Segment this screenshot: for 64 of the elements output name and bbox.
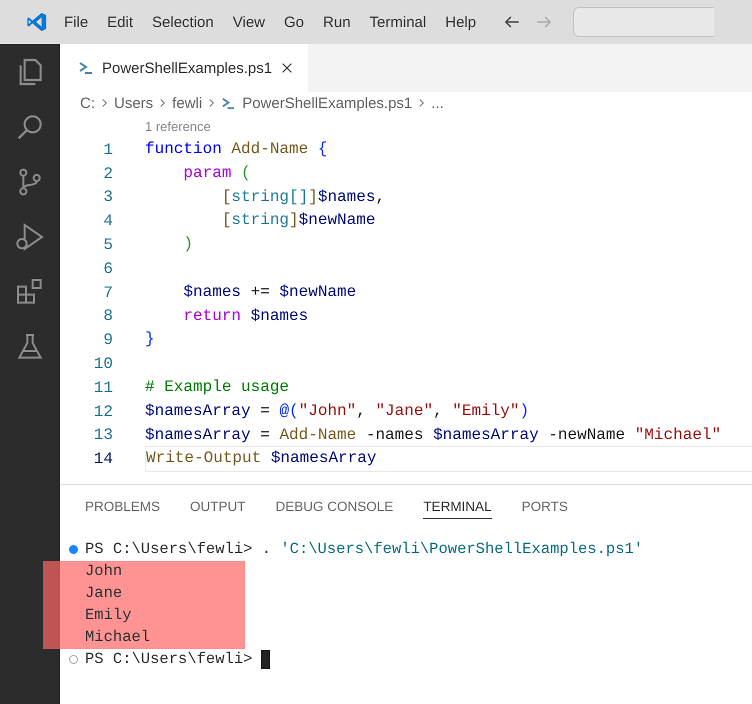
search-field[interactable] — [573, 7, 714, 37]
panel-tab[interactable]: DEBUG CONSOLE — [276, 495, 394, 520]
code-line: $names += $newName — [182, 282, 358, 303]
chevron-icon — [159, 97, 166, 109]
breadcrumb-item[interactable]: PowerShellExamples.ps1 — [242, 94, 412, 112]
menu-item[interactable]: Go — [284, 14, 304, 30]
menu-item[interactable]: Selection — [152, 14, 214, 30]
panel-tab[interactable]: OUTPUT — [190, 495, 246, 520]
close-icon[interactable] — [280, 61, 294, 75]
line-number: 14 — [92, 450, 113, 468]
terminal-output: John — [85, 562, 122, 580]
line-number: 1 — [102, 140, 113, 159]
code-line: return $names — [182, 306, 310, 327]
terminal-prompt: PS C:\Users\fewli> — [85, 650, 252, 668]
menu-item[interactable]: File — [64, 14, 88, 30]
breadcrumb-item[interactable]: Users — [114, 94, 154, 112]
line-number: 2 — [102, 164, 113, 183]
menu-item[interactable]: Run — [323, 14, 351, 30]
line-number: 11 — [92, 378, 113, 397]
line-number: 5 — [102, 236, 113, 254]
chevron-icon — [101, 97, 108, 109]
code-line: [string]$newName — [220, 210, 376, 232]
breadcrumb-item[interactable]: C: — [80, 94, 95, 112]
line-number: 13 — [92, 426, 113, 444]
command-status-dot[interactable] — [69, 544, 78, 554]
panel-tab[interactable]: PORTS — [522, 495, 568, 520]
panel-tab[interactable]: TERMINAL — [423, 495, 492, 520]
code-line: $namesArray = @("John", "Jane", "Emily") — [145, 400, 530, 422]
line-number: 8 — [102, 307, 113, 326]
menu-item[interactable]: Help — [445, 14, 476, 30]
chevron-icon — [208, 97, 216, 109]
terminal-cursor — [261, 650, 270, 669]
chevron-icon — [418, 97, 426, 109]
command-status-dot[interactable] — [69, 654, 78, 664]
line-number: 12 — [92, 402, 113, 421]
terminal-output: Jane — [85, 584, 122, 602]
code-line: [string[]]$names, — [220, 186, 386, 208]
app-logo-icon — [26, 11, 48, 33]
line-number: 3 — [102, 188, 113, 206]
terminal-output: Emily — [85, 606, 132, 624]
code-line: Write-Output $namesArray — [145, 446, 752, 472]
menu-item[interactable]: View — [232, 14, 265, 30]
code-line: # Example usage — [145, 376, 290, 398]
code-line: ) — [182, 234, 194, 256]
breadcrumb-item[interactable]: fewli — [172, 94, 202, 112]
line-number: 6 — [102, 260, 113, 278]
terminal-command: PS C:\Users\fewli> . 'C:\Users\fewli\PowerShellExamples.ps1' — [85, 540, 644, 558]
line-number: 4 — [102, 212, 113, 230]
powershell-icon — [221, 96, 236, 110]
line-number: 10 — [92, 355, 113, 374]
run-debug-icon[interactable] — [14, 221, 46, 253]
code-line: $namesArray = Add-Name -names $namesArray -newName "Michael" — [145, 424, 722, 446]
menu-item[interactable]: Terminal — [370, 14, 426, 30]
code-line: function Add-Name { — [145, 139, 328, 160]
terminal-output: Michael — [85, 628, 150, 646]
editor-tab[interactable]: PowerShellExamples.ps1 — [60, 44, 308, 92]
code-line: param ( — [182, 162, 252, 184]
menu-item[interactable]: Edit — [107, 14, 134, 30]
line-number: 9 — [102, 331, 113, 350]
line-number: 7 — [102, 284, 113, 302]
panel-tab[interactable]: PROBLEMS — [85, 495, 160, 520]
breadcrumb-item[interactable]: ... — [431, 94, 444, 112]
powershell-icon — [78, 60, 94, 76]
code-line: } — [145, 329, 156, 350]
